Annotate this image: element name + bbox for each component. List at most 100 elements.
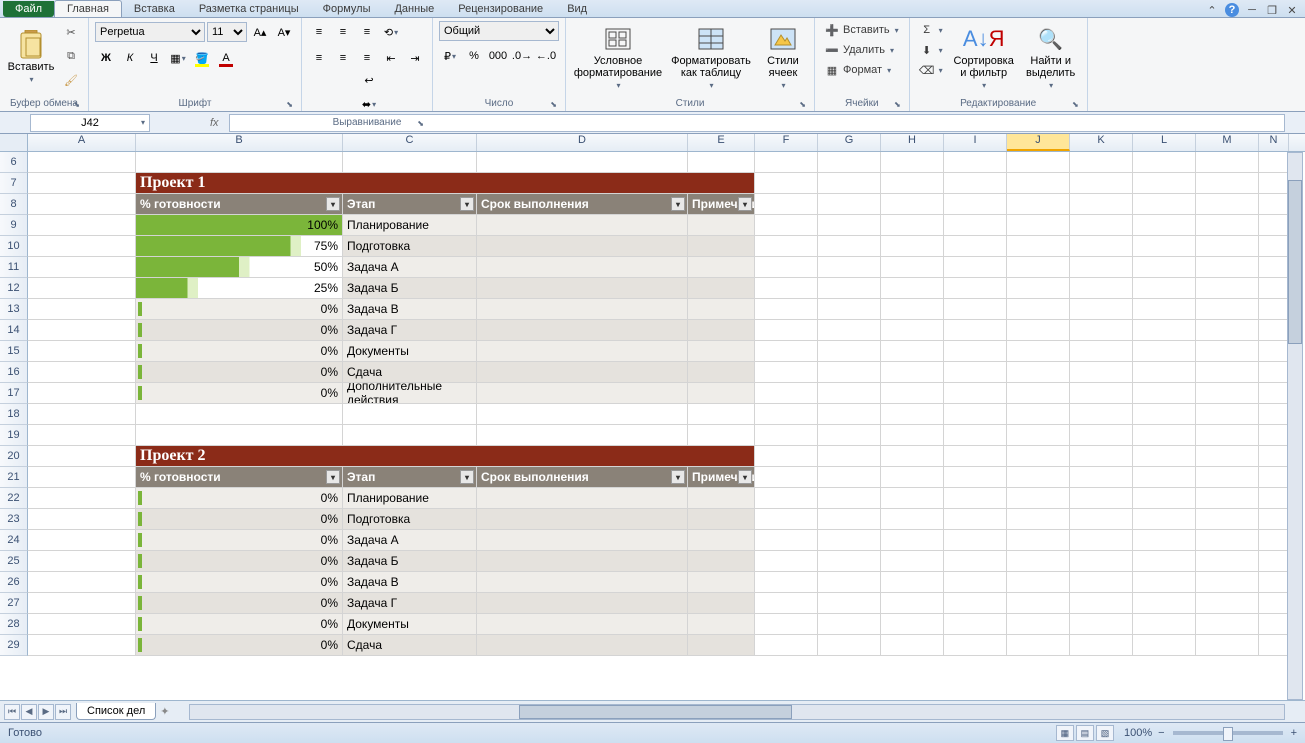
notes-cell[interactable] bbox=[688, 614, 755, 635]
cell[interactable] bbox=[28, 467, 136, 488]
file-tab[interactable]: Файл bbox=[3, 1, 54, 17]
cell[interactable] bbox=[1259, 320, 1289, 341]
cell[interactable] bbox=[1133, 404, 1196, 425]
align-right-button[interactable]: ≡ bbox=[356, 47, 378, 69]
tab-review[interactable]: Рецензирование bbox=[446, 1, 555, 17]
cell[interactable] bbox=[1133, 362, 1196, 383]
row-header[interactable]: 17 bbox=[0, 383, 28, 404]
notes-cell[interactable] bbox=[688, 383, 755, 404]
cell[interactable] bbox=[1070, 320, 1133, 341]
tab-data[interactable]: Данные bbox=[382, 1, 446, 17]
cell[interactable] bbox=[1133, 299, 1196, 320]
cell[interactable] bbox=[944, 572, 1007, 593]
project-title[interactable]: Проект 2 bbox=[136, 446, 755, 467]
cell[interactable] bbox=[136, 425, 343, 446]
due-cell[interactable] bbox=[477, 635, 688, 656]
row-header[interactable]: 12 bbox=[0, 278, 28, 299]
stage-cell[interactable]: Задача А bbox=[343, 530, 477, 551]
cell[interactable] bbox=[1259, 341, 1289, 362]
cell[interactable] bbox=[1259, 236, 1289, 257]
cell[interactable] bbox=[1133, 530, 1196, 551]
sort-filter-button[interactable]: А↓Я Сортировка и фильтр bbox=[951, 21, 1017, 93]
cell[interactable] bbox=[944, 215, 1007, 236]
wrap-text-button[interactable]: ↩ bbox=[312, 69, 426, 91]
delete-cells-button[interactable]: ➖Удалить bbox=[821, 41, 903, 59]
pct-cell[interactable]: 0% bbox=[136, 572, 343, 593]
row-header[interactable]: 25 bbox=[0, 551, 28, 572]
find-select-button[interactable]: 🔍 Найти и выделить bbox=[1021, 21, 1081, 93]
cell[interactable] bbox=[1070, 383, 1133, 404]
cell[interactable] bbox=[1007, 509, 1070, 530]
cell[interactable] bbox=[944, 257, 1007, 278]
cell[interactable] bbox=[1007, 236, 1070, 257]
cell[interactable] bbox=[1070, 152, 1133, 173]
cell[interactable] bbox=[28, 446, 136, 467]
column-header-D[interactable]: D bbox=[477, 134, 688, 151]
cell[interactable] bbox=[755, 278, 818, 299]
notes-cell[interactable] bbox=[688, 509, 755, 530]
cell[interactable] bbox=[343, 425, 477, 446]
cell[interactable] bbox=[1196, 614, 1259, 635]
cell[interactable] bbox=[755, 635, 818, 656]
cell[interactable] bbox=[881, 362, 944, 383]
cell[interactable] bbox=[1196, 215, 1259, 236]
font-size-select[interactable]: 11 bbox=[207, 22, 247, 42]
stage-cell[interactable]: Подготовка bbox=[343, 236, 477, 257]
table-header-due[interactable]: Срок выполнения▾ bbox=[477, 467, 688, 488]
due-cell[interactable] bbox=[477, 278, 688, 299]
cell[interactable] bbox=[1007, 362, 1070, 383]
due-cell[interactable] bbox=[477, 509, 688, 530]
cell[interactable] bbox=[944, 635, 1007, 656]
pct-cell[interactable]: 0% bbox=[136, 530, 343, 551]
cut-button[interactable]: ✂ bbox=[60, 21, 82, 43]
cell[interactable] bbox=[28, 425, 136, 446]
cell[interactable] bbox=[1259, 572, 1289, 593]
cell[interactable] bbox=[1007, 446, 1070, 467]
cell[interactable] bbox=[688, 425, 755, 446]
row-header[interactable]: 16 bbox=[0, 362, 28, 383]
cell[interactable] bbox=[818, 572, 881, 593]
cell[interactable] bbox=[1007, 299, 1070, 320]
cell[interactable] bbox=[881, 593, 944, 614]
align-middle-button[interactable]: ≡ bbox=[332, 21, 354, 43]
cell[interactable] bbox=[1007, 341, 1070, 362]
cell[interactable] bbox=[944, 530, 1007, 551]
notes-cell[interactable] bbox=[688, 236, 755, 257]
cell[interactable] bbox=[1070, 593, 1133, 614]
shrink-font-button[interactable]: A▾ bbox=[273, 21, 295, 43]
project-title[interactable]: Проект 1 bbox=[136, 173, 755, 194]
row-header[interactable]: 8 bbox=[0, 194, 28, 215]
due-cell[interactable] bbox=[477, 572, 688, 593]
pct-cell[interactable]: 0% bbox=[136, 551, 343, 572]
select-all-corner[interactable] bbox=[0, 134, 28, 151]
cell[interactable] bbox=[1196, 278, 1259, 299]
cell[interactable] bbox=[944, 509, 1007, 530]
decrease-indent-button[interactable]: ⇤ bbox=[380, 47, 402, 69]
merge-center-button[interactable]: ⬌ bbox=[312, 93, 426, 115]
notes-cell[interactable] bbox=[688, 551, 755, 572]
notes-cell[interactable] bbox=[688, 362, 755, 383]
cell[interactable] bbox=[28, 383, 136, 404]
row-header[interactable]: 29 bbox=[0, 635, 28, 656]
column-header-A[interactable]: A bbox=[28, 134, 136, 151]
cell[interactable] bbox=[944, 614, 1007, 635]
cell[interactable] bbox=[881, 635, 944, 656]
cell[interactable] bbox=[1259, 467, 1289, 488]
cell[interactable] bbox=[755, 593, 818, 614]
table-header-pct[interactable]: % готовности▾ bbox=[136, 194, 343, 215]
pct-cell[interactable]: 75% bbox=[136, 236, 343, 257]
cell[interactable] bbox=[944, 551, 1007, 572]
cell[interactable] bbox=[1196, 572, 1259, 593]
row-header[interactable]: 9 bbox=[0, 215, 28, 236]
cell[interactable] bbox=[881, 467, 944, 488]
cell[interactable] bbox=[477, 425, 688, 446]
cell[interactable] bbox=[1259, 215, 1289, 236]
pct-cell[interactable]: 0% bbox=[136, 509, 343, 530]
help-icon[interactable]: ? bbox=[1225, 3, 1239, 17]
notes-cell[interactable] bbox=[688, 320, 755, 341]
cell[interactable] bbox=[1259, 614, 1289, 635]
cell[interactable] bbox=[28, 341, 136, 362]
row-header[interactable]: 28 bbox=[0, 614, 28, 635]
cell[interactable] bbox=[1259, 173, 1289, 194]
cell[interactable] bbox=[818, 593, 881, 614]
